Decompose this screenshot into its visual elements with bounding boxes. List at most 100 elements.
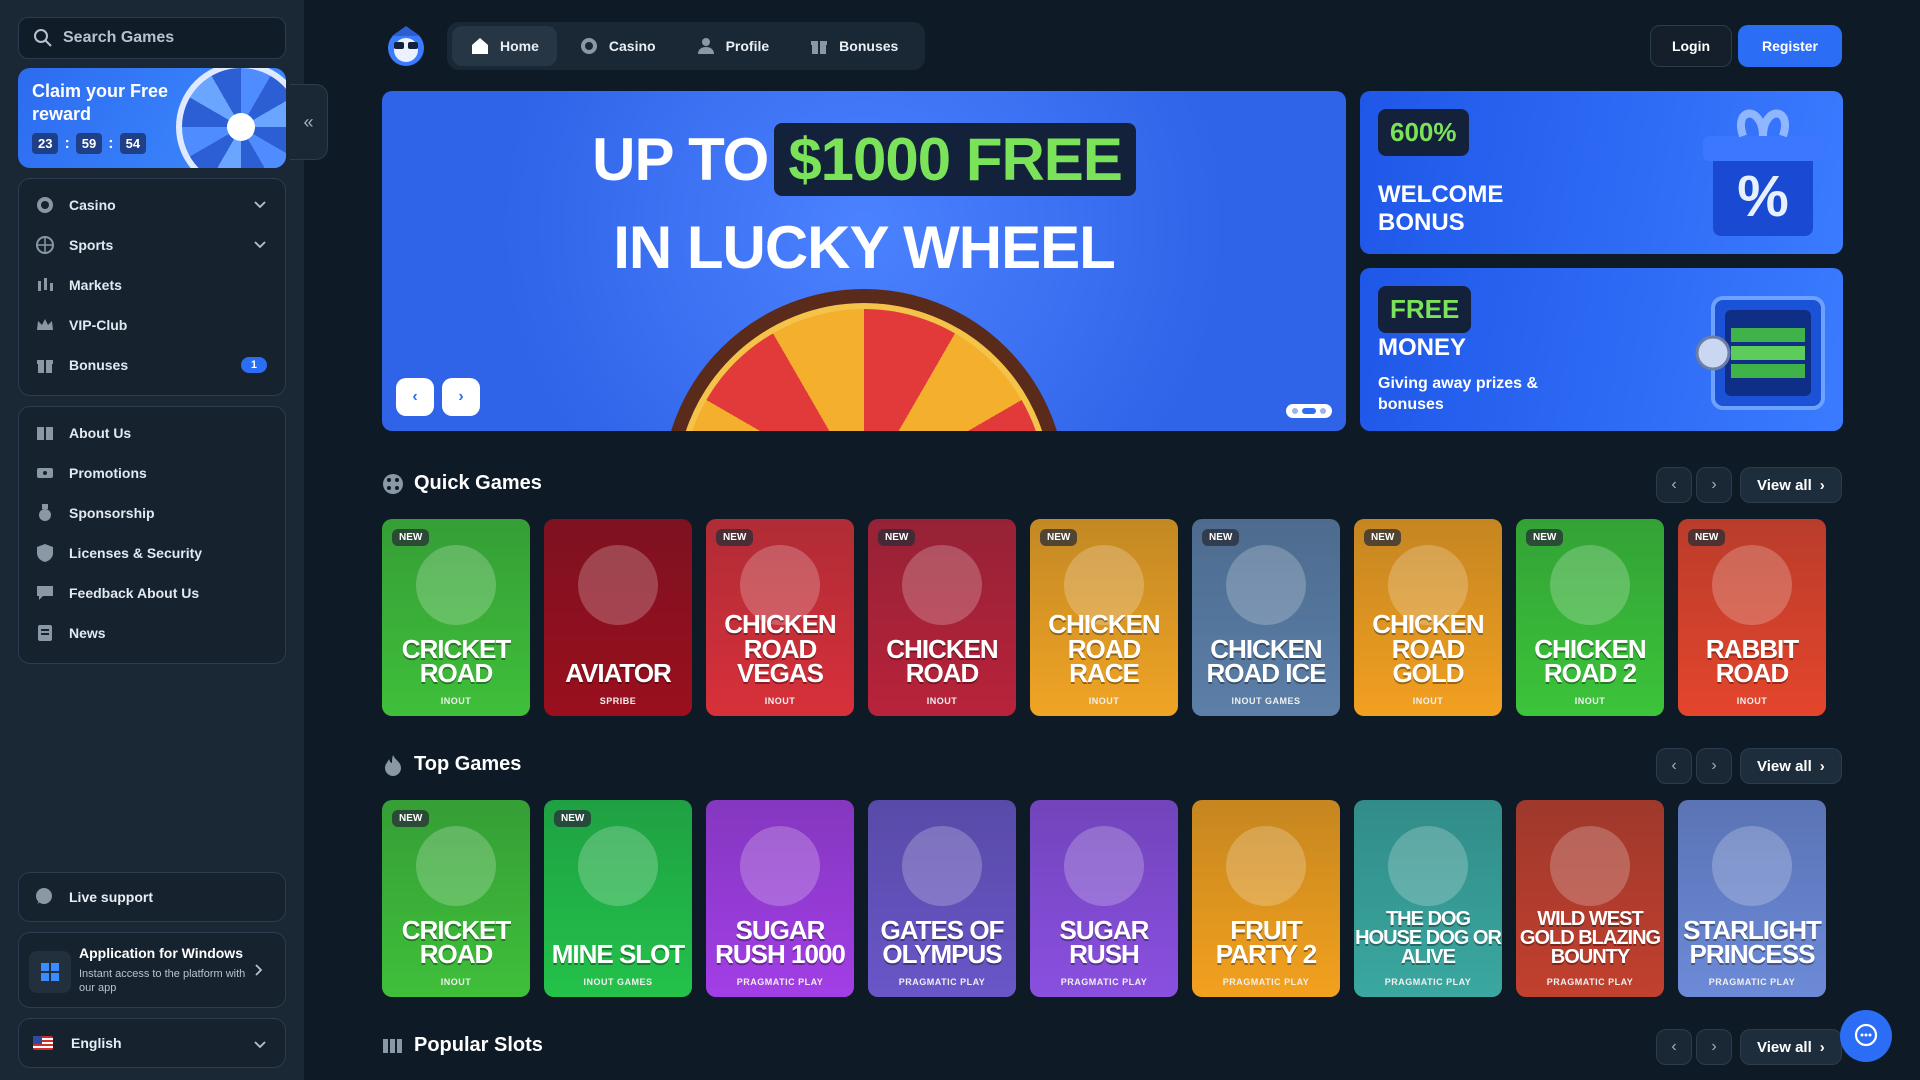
game-title: CHICKEN ROAD RACE xyxy=(1048,608,1160,689)
sidebar-item-bonuses[interactable]: Bonuses 1 xyxy=(19,345,285,385)
sidebar-item-label: Casino xyxy=(69,197,116,213)
game-card[interactable]: STARLIGHT PRINCESS PRAGMATIC PLAY xyxy=(1678,800,1826,997)
game-provider: INOUT GAMES xyxy=(583,977,653,987)
hero-banner[interactable]: UP TO $1000 FREE IN LUCKY WHEEL ‹ › xyxy=(382,91,1346,431)
tab-label: Home xyxy=(500,38,539,54)
sidebar-item-markets[interactable]: Markets xyxy=(19,265,285,305)
game-card[interactable]: NEW CRICKET ROAD INOUT xyxy=(382,800,530,997)
sidebar-item-sponsorship[interactable]: Sponsorship xyxy=(19,493,285,533)
game-artwork xyxy=(1226,826,1306,906)
sidebar: Claim your Free reward 23: 59: 54 « Casi… xyxy=(0,0,328,1080)
tab-bonuses[interactable]: Bonuses xyxy=(791,26,916,66)
search-box[interactable] xyxy=(18,17,286,59)
info-menu: About Us Promotions Sponsorship Licenses… xyxy=(18,406,286,664)
login-button[interactable]: Login xyxy=(1650,25,1732,67)
game-provider: PRAGMATIC PLAY xyxy=(1222,977,1310,987)
tab-label: Casino xyxy=(608,38,656,54)
tab-casino[interactable]: Casino xyxy=(561,26,674,66)
register-button[interactable]: Register xyxy=(1738,25,1842,67)
new-badge: NEW xyxy=(392,810,430,827)
game-title: SUGAR RUSH xyxy=(1059,914,1150,970)
game-card[interactable]: THE DOG HOUSE DOG OR ALIVE PRAGMATIC PLAY xyxy=(1354,800,1502,997)
chevron-down-icon[interactable] xyxy=(253,237,267,251)
sidebar-item-label: Bonuses xyxy=(69,357,129,373)
sidebar-item-sports[interactable]: Sports xyxy=(19,225,285,265)
game-artwork xyxy=(416,826,496,906)
welcome-bonus-banner[interactable]: 600% WELCOME BONUS % xyxy=(1360,91,1843,254)
scroll-right-button[interactable]: › xyxy=(1696,467,1732,503)
game-card[interactable]: NEW CHICKEN ROAD ICE INOUT GAMES xyxy=(1192,519,1340,716)
game-card[interactable]: WILD WEST GOLD BLAZING BOUNTY PRAGMATIC P… xyxy=(1516,800,1664,997)
new-badge: NEW xyxy=(716,529,754,546)
home-icon xyxy=(470,36,490,56)
scroll-right-button[interactable]: › xyxy=(1696,748,1732,784)
search-input[interactable] xyxy=(63,29,263,47)
live-support-button[interactable]: Live support xyxy=(18,872,286,922)
free-money-banner[interactable]: FREE MONEY Giving away prizes & bonuses xyxy=(1360,268,1843,431)
quick-games-row: NEW CRICKET ROAD INOUT AVIATOR SPRIBE NEW CHIC… xyxy=(382,519,1842,716)
chat-widget-button[interactable] xyxy=(1840,1010,1892,1062)
game-provider: PRAGMATIC PLAY xyxy=(1384,977,1472,987)
new-badge: NEW xyxy=(878,529,916,546)
hero-line1a: UP TO xyxy=(592,126,769,193)
sidebar-item-label: Sponsorship xyxy=(69,505,155,521)
game-artwork xyxy=(1550,545,1630,625)
scroll-left-button[interactable]: ‹ xyxy=(1656,748,1692,784)
game-card[interactable]: SUGAR RUSH 1000 PRAGMATIC PLAY xyxy=(706,800,854,997)
sidebar-item-about-us[interactable]: About Us xyxy=(19,413,285,453)
sidebar-item-news[interactable]: News xyxy=(19,613,285,653)
windows-app-card[interactable]: Application for Windows Instant access t… xyxy=(18,932,286,1008)
view-all-button[interactable]: View all › xyxy=(1740,1029,1842,1065)
chevron-down-icon[interactable] xyxy=(253,197,267,211)
carousel-dots[interactable] xyxy=(1286,404,1332,418)
hero-line2: IN LUCKY WHEEL xyxy=(613,214,1116,281)
game-card[interactable]: NEW CHICKEN ROAD VEGAS INOUT xyxy=(706,519,854,716)
carousel-dot[interactable] xyxy=(1320,408,1326,414)
game-card[interactable]: NEW CHICKEN ROAD INOUT xyxy=(868,519,1016,716)
new-badge: NEW xyxy=(392,529,430,546)
game-title: THE DOG HOUSE DOG OR ALIVE xyxy=(1355,908,1502,968)
tab-profile[interactable]: Profile xyxy=(678,26,788,66)
sidebar-item-licenses-security[interactable]: Licenses & Security xyxy=(19,533,285,573)
sidebar-item-vip-club[interactable]: VIP-Club xyxy=(19,305,285,345)
game-card[interactable]: NEW CHICKEN ROAD 2 INOUT xyxy=(1516,519,1664,716)
view-all-button[interactable]: View all › xyxy=(1740,748,1842,784)
chevron-down-icon xyxy=(254,1041,266,1049)
new-badge: NEW xyxy=(1688,529,1726,546)
chevron-right-icon: › xyxy=(1711,1038,1717,1055)
language-selector[interactable]: English xyxy=(18,1018,286,1068)
collapse-sidebar-button[interactable]: « xyxy=(290,84,328,160)
percent-gift-box-icon: % xyxy=(1703,109,1823,236)
tab-home[interactable]: Home xyxy=(452,26,557,66)
sidebar-item-feedback[interactable]: Feedback About Us xyxy=(19,573,285,613)
bonuses-count-badge: 1 xyxy=(240,357,267,373)
site-logo-icon[interactable] xyxy=(384,22,428,68)
promo-title: WELCOME BONUS xyxy=(1378,181,1504,236)
game-card[interactable]: NEW CHICKEN ROAD RACE INOUT xyxy=(1030,519,1178,716)
sidebar-item-promotions[interactable]: Promotions xyxy=(19,453,285,493)
game-card[interactable]: GATES OF OLYMPUS PRAGMATIC PLAY xyxy=(868,800,1016,997)
double-chevron-left-icon: « xyxy=(303,111,314,132)
view-all-button[interactable]: View all › xyxy=(1740,467,1842,503)
game-card[interactable]: NEW CRICKET ROAD INOUT xyxy=(382,519,530,716)
sidebar-item-casino[interactable]: Casino xyxy=(19,185,285,225)
scroll-right-button[interactable]: › xyxy=(1696,1029,1732,1065)
carousel-dot-active[interactable] xyxy=(1302,408,1316,414)
scroll-left-button[interactable]: ‹ xyxy=(1656,467,1692,503)
chat-bubble-icon xyxy=(1854,1023,1878,1047)
carousel-dot[interactable] xyxy=(1292,408,1298,414)
view-all-label: View all xyxy=(1757,1038,1812,1056)
game-card[interactable]: AVIATOR SPRIBE xyxy=(544,519,692,716)
hero-next-button[interactable]: › xyxy=(442,378,480,416)
new-badge: NEW xyxy=(1040,529,1078,546)
scroll-left-button[interactable]: ‹ xyxy=(1656,1029,1692,1065)
game-card[interactable]: SUGAR RUSH PRAGMATIC PLAY xyxy=(1030,800,1178,997)
game-card[interactable]: FRUIT PARTY 2 PRAGMATIC PLAY xyxy=(1192,800,1340,997)
hero-prev-button[interactable]: ‹ xyxy=(396,378,434,416)
game-card[interactable]: NEW CHICKEN ROAD GOLD INOUT xyxy=(1354,519,1502,716)
game-card[interactable]: NEW RABBIT ROAD INOUT xyxy=(1678,519,1826,716)
game-card[interactable]: NEW MINE SLOT INOUT GAMES xyxy=(544,800,692,997)
game-title: FRUIT PARTY 2 xyxy=(1215,914,1317,970)
game-artwork xyxy=(1712,545,1792,625)
free-reward-banner[interactable]: Claim your Free reward 23: 59: 54 xyxy=(18,68,286,168)
